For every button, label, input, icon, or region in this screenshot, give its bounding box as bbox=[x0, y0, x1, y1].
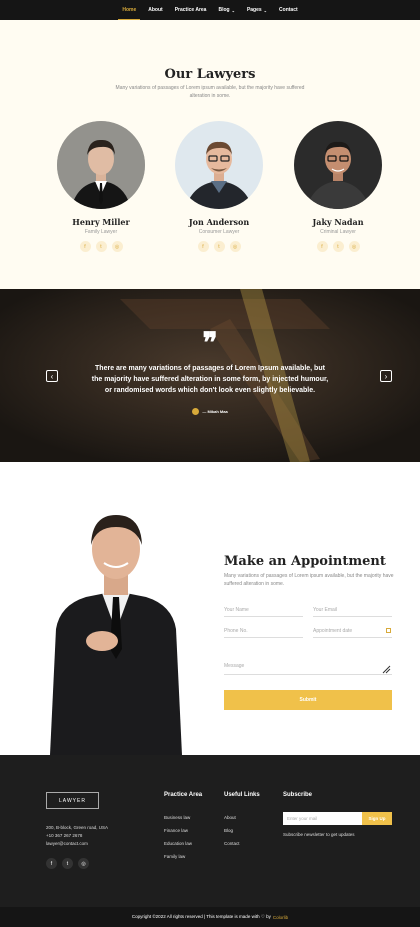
lawyer-name: Jaky Nadan bbox=[312, 217, 364, 227]
lawyer-role: Criminal Lawyer bbox=[320, 229, 356, 235]
subscribe-title: Subscribe bbox=[283, 792, 313, 798]
lawyer-role: Family Lawyer bbox=[84, 229, 118, 235]
footer-link-contact[interactable]: Contact bbox=[224, 841, 240, 846]
subscribe-email-input[interactable]: Enter your mail bbox=[283, 812, 362, 825]
lawyer-photo bbox=[57, 121, 145, 209]
facebook-icon[interactable]: f bbox=[197, 241, 209, 252]
message-field[interactable]: Message bbox=[224, 663, 392, 675]
date-field[interactable]: Appointment date bbox=[313, 628, 392, 638]
footer-email: lawyer@contact.com bbox=[46, 841, 88, 846]
lawyers-title: Our Lawyers bbox=[164, 67, 256, 82]
lawyer-portrait bbox=[50, 515, 182, 755]
footer-link-blog[interactable]: Blog bbox=[224, 828, 233, 833]
nav-blog[interactable]: Blog ⌄ bbox=[218, 0, 234, 20]
facebook-icon[interactable]: f bbox=[316, 241, 328, 252]
twitter-icon[interactable]: t bbox=[62, 858, 73, 869]
email-field[interactable]: Your Email bbox=[313, 607, 392, 617]
colorlib-link[interactable]: Colorlib bbox=[273, 915, 288, 920]
signup-button[interactable]: Sign Up bbox=[362, 812, 392, 825]
nav-home[interactable]: Home bbox=[118, 0, 141, 20]
lawyers-subtitle: Many variations of passages of Lorem ips… bbox=[115, 85, 305, 99]
lawyer-name: Henry Miller bbox=[72, 217, 130, 227]
resize-handle-icon bbox=[382, 665, 391, 674]
testimonial-author: — Mikah Maa bbox=[0, 408, 420, 415]
twitter-icon[interactable]: t bbox=[95, 241, 107, 252]
phone-field[interactable]: Phone No. bbox=[224, 628, 303, 638]
message-placeholder: Message bbox=[224, 663, 245, 669]
lawyer-photo bbox=[175, 121, 263, 209]
copyright-bar: Copyright ©2022 All rights reserved | Th… bbox=[0, 907, 420, 927]
footer-link-education-law[interactable]: Education law bbox=[164, 841, 192, 846]
practice-area-title: Practice Area bbox=[164, 792, 203, 798]
footer-link-business-law[interactable]: Business law bbox=[164, 815, 190, 820]
instagram-icon[interactable]: ◎ bbox=[348, 241, 360, 252]
footer: LAWYER 200, B-block, Green road, USA +10… bbox=[0, 755, 420, 907]
next-arrow-icon[interactable]: › bbox=[380, 370, 392, 382]
instagram-icon[interactable]: ◎ bbox=[78, 858, 89, 869]
instagram-icon[interactable]: ◎ bbox=[229, 241, 241, 252]
footer-phone: +10 367 267 2678 bbox=[46, 833, 83, 838]
facebook-icon[interactable]: f bbox=[46, 858, 57, 869]
chevron-down-icon: ⌄ bbox=[231, 7, 235, 13]
useful-links-title: Useful Links bbox=[224, 792, 260, 798]
lawyer-card: Jon Anderson Consumer Lawyer f t ◎ bbox=[175, 121, 263, 252]
testimonial-section: ❞ There are many variations of passages … bbox=[0, 289, 420, 462]
quote-icon: ❞ bbox=[202, 326, 218, 359]
nav-about[interactable]: About bbox=[148, 0, 162, 20]
lawyer-photo bbox=[294, 121, 382, 209]
facebook-icon[interactable]: f bbox=[79, 241, 91, 252]
footer-logo[interactable]: LAWYER bbox=[46, 792, 99, 809]
nav-contact[interactable]: Contact bbox=[279, 0, 298, 20]
copyright-text: Copyright ©2022 All rights reserved | Th… bbox=[131, 914, 271, 919]
submit-button[interactable]: Submit bbox=[224, 690, 392, 710]
footer-link-finance-law[interactable]: Finance law bbox=[164, 828, 188, 833]
footer-link-family-law[interactable]: Family law bbox=[164, 854, 185, 859]
calendar-icon bbox=[386, 628, 391, 633]
appointment-section: Make an Appointment Many variations of p… bbox=[0, 462, 420, 755]
footer-link-about[interactable]: About bbox=[224, 815, 236, 820]
nav-pages[interactable]: Pages ⌄ bbox=[247, 0, 267, 20]
twitter-icon[interactable]: t bbox=[332, 241, 344, 252]
twitter-icon[interactable]: t bbox=[213, 241, 225, 252]
lawyer-card: Henry Miller Family Lawyer f t ◎ bbox=[57, 121, 145, 252]
testimonial-text: There are many variations of passages of… bbox=[91, 365, 329, 394]
lawyer-card: Jaky Nadan Criminal Lawyer f t ◎ bbox=[294, 121, 382, 252]
avatar bbox=[192, 408, 200, 415]
footer-address: 200, B-block, Green road, USA bbox=[46, 825, 109, 830]
name-field[interactable]: Your Name bbox=[224, 607, 303, 617]
nav-practice-area[interactable]: Practice Area bbox=[175, 0, 207, 20]
instagram-icon[interactable]: ◎ bbox=[111, 241, 123, 252]
appointment-title: Make an Appointment bbox=[224, 554, 386, 569]
lawyer-role: Consumer Lawyer bbox=[198, 229, 240, 235]
top-nav: Home About Practice Area Blog ⌄ Pages ⌄ Co… bbox=[0, 0, 420, 20]
lawyers-section: Our Lawyers Many variations of passages … bbox=[0, 20, 420, 289]
date-placeholder: Appointment date bbox=[313, 628, 353, 634]
author-name: — Mikah Maa bbox=[202, 409, 228, 414]
appointment-subtitle: Many variations of passages of Lorem ips… bbox=[224, 573, 394, 587]
lawyer-name: Jon Anderson bbox=[188, 217, 250, 227]
prev-arrow-icon[interactable]: ‹ bbox=[46, 370, 58, 382]
subscribe-note: Subscribe newsletter to get updates bbox=[283, 832, 355, 837]
chevron-down-icon: ⌄ bbox=[263, 7, 268, 13]
